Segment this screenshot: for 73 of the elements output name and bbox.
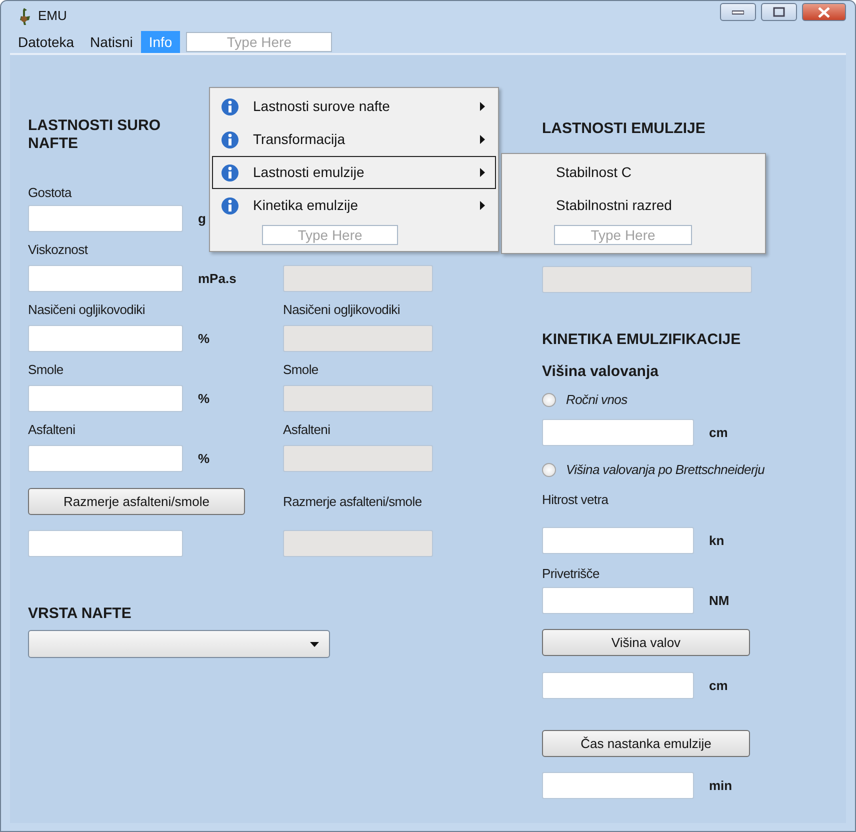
menu-item[interactable]: Stabilnostni razred [504,189,763,222]
minimize-icon [732,10,744,14]
text-field[interactable] [28,530,183,557]
unit-label: mPa.s [198,270,236,288]
unit-label: % [198,390,210,408]
menu-item[interactable]: Stabilnost C [504,156,763,189]
menu-item[interactable]: Datoteka [10,31,82,53]
text-field[interactable] [542,527,694,554]
new-menu-field[interactable]: Type Here [186,32,332,52]
unit-label: kn [709,532,724,550]
field-label: Smole [283,361,318,379]
unit-label: g [198,210,206,228]
action-button[interactable]: Razmerje asfalteni/smole [28,488,245,515]
radio-label: Višina valovanja po Brettschneiderju [566,461,765,480]
text-field[interactable] [28,445,183,472]
info-icon [221,164,239,182]
radio-label: Ročni vnos [566,391,628,410]
field-label: Hitrost vetra [542,491,608,509]
field-label: Nasičeni ogljikovodiki [28,301,145,319]
text-field[interactable] [28,205,183,232]
section-heading: KINETIKA EMULZIFIKACIJE [542,331,741,349]
field-label: Razmerje asfalteni/smole [283,493,422,511]
window-title: EMU [38,7,67,26]
unit-label: % [198,330,210,348]
unit-label: % [198,450,210,468]
submenu-arrow-icon [480,102,485,111]
radio-button[interactable] [542,463,556,477]
action-button[interactable]: Višina valov [542,629,750,656]
maximize-icon [773,7,785,17]
field-label: Asfalteni [28,421,76,439]
menu-item[interactable]: Natisni [82,31,141,53]
maximize-button[interactable] [761,3,797,21]
action-button[interactable]: Čas nastanka emulzije [542,730,750,757]
text-field[interactable] [542,587,694,614]
text-field[interactable] [542,672,694,699]
text-field[interactable] [542,772,694,799]
menu-item[interactable]: Lastnosti surove nafte [212,90,496,123]
app-icon [18,6,32,25]
section-heading: LASTNOSTI EMULZIJE [542,120,706,138]
oil-type-dropdown[interactable] [28,630,330,658]
submenu-arrow-icon [480,201,485,210]
text-field[interactable] [28,325,183,352]
text-field[interactable] [28,265,183,292]
submenu-arrow-icon [480,168,485,177]
section-heading: LASTNOSTI SURO NAFTE [28,117,161,153]
field-label: Asfalteni [283,421,330,439]
info-icon [221,130,239,148]
new-menu-field[interactable]: Type Here [262,225,398,245]
text-field[interactable] [542,419,694,446]
radio-button[interactable] [542,393,556,407]
menu-item[interactable]: Lastnosti emulzije [212,156,496,189]
info-icon [221,196,239,214]
unit-label: cm [709,676,728,695]
unit-label: min [709,776,732,795]
menu-item[interactable]: Transformacija [212,123,496,156]
close-icon [818,6,830,18]
submenu-arrow-icon [480,135,485,144]
field-label: Viskoznost [28,241,88,259]
field-label: Nasičeni ogljikovodiki [283,301,400,319]
new-menu-field[interactable]: Type Here [554,225,692,245]
field-label: Smole [28,361,64,379]
info-icon [221,98,239,116]
close-button[interactable] [802,3,846,21]
subheading: Višina valovanja [542,362,658,382]
field-label: Gostota [28,184,72,202]
caret-icon [310,642,319,646]
text-field[interactable] [28,385,183,412]
minimize-button[interactable] [720,3,756,21]
section-heading: VRSTA NAFTE [28,605,132,623]
unit-label: cm [709,424,728,442]
menu-item[interactable]: Kinetika emulzije [212,189,496,222]
unit-label: NM [709,592,730,610]
field-label: Privetrišče [542,565,600,583]
